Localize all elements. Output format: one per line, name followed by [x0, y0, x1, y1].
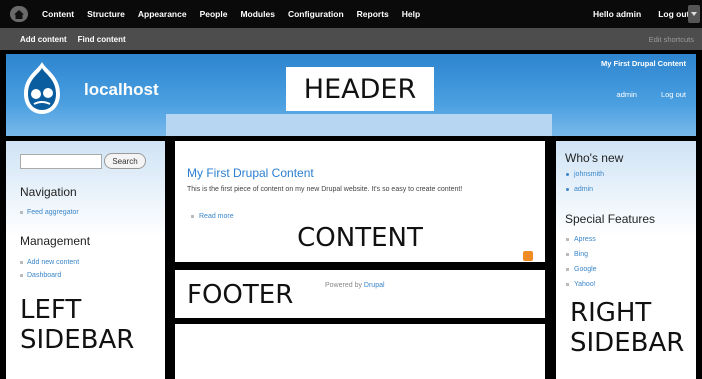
navigation-title: Navigation	[20, 185, 77, 199]
secondary-nav-admin[interactable]: admin	[617, 90, 637, 99]
site-name[interactable]: localhost	[84, 80, 159, 100]
drupal-logo-icon[interactable]	[16, 60, 68, 118]
header-tab-bar	[166, 114, 552, 136]
powered-by: Powered by Drupal	[325, 282, 385, 289]
mgmt-item-add-new-content[interactable]: Add new content	[20, 259, 79, 266]
whos-new-title: Who's new	[565, 151, 624, 165]
special-item-yahoo[interactable]: Yahoo!	[566, 281, 597, 288]
menu-item-structure[interactable]: Structure	[87, 9, 125, 19]
admin-toolbar: Content Structure Appearance People Modu…	[0, 0, 702, 28]
hello-user-link[interactable]: Hello admin	[593, 9, 641, 19]
shortcuts-bar: Add content Find content Edit shortcuts	[0, 28, 702, 50]
content-region: My First Drupal Content This is the firs…	[175, 141, 545, 262]
management-list: Add new content Dashboard	[20, 259, 79, 285]
footer-lower-panel	[175, 324, 545, 379]
mgmt-item-dashboard[interactable]: Dashboard	[20, 272, 79, 279]
right-sidebar-region-label: RIGHT SIDEBAR	[570, 298, 688, 373]
nav-item-feed-aggregator[interactable]: Feed aggregator	[20, 209, 79, 216]
right-label-line-2: SIDEBAR	[570, 327, 685, 358]
search-button[interactable]: Search	[104, 153, 146, 169]
search-input[interactable]	[20, 154, 102, 169]
management-title: Management	[20, 234, 91, 248]
footer-region-label: FOOTER	[187, 280, 294, 310]
shortcut-find-content[interactable]: Find content	[78, 35, 126, 44]
menu-item-content[interactable]: Content	[42, 9, 74, 19]
powered-by-prefix: Powered by	[325, 282, 362, 289]
whos-new-item-admin[interactable]: admin	[566, 186, 604, 193]
edit-shortcuts-link[interactable]: Edit shortcuts	[649, 28, 694, 50]
secondary-nav-logout[interactable]: Log out	[661, 90, 686, 99]
left-sidebar-region-label: LEFT SIDEBAR	[18, 295, 156, 374]
logout-link[interactable]: Log out	[658, 9, 689, 19]
whos-new-list: johnsmith admin	[566, 171, 604, 201]
node-body: This is the first piece of content on my…	[187, 186, 463, 193]
left-label-line-1: LEFT	[20, 295, 82, 325]
footer-region: FOOTER Powered by Drupal	[175, 270, 545, 318]
right-label-line-1: RIGHT	[570, 298, 652, 328]
menu-item-help[interactable]: Help	[402, 9, 420, 19]
node-title[interactable]: My First Drupal Content	[187, 166, 314, 180]
drupal-link[interactable]: Drupal	[364, 282, 385, 289]
left-label-line-2: SIDEBAR	[20, 324, 135, 355]
right-sidebar: Who's new johnsmith admin Special Featur…	[556, 141, 696, 379]
header-region-label: HEADER	[286, 67, 434, 111]
special-features-list: Apress Bing Google Yahoo!	[566, 236, 597, 296]
rss-feed-icon[interactable]	[523, 251, 533, 261]
toolbar-toggle-icon[interactable]	[688, 5, 700, 23]
menu-item-appearance[interactable]: Appearance	[138, 9, 187, 19]
left-sidebar: Search Navigation Feed aggregator Manage…	[6, 141, 165, 379]
home-icon[interactable]	[10, 6, 28, 22]
special-features-title: Special Features	[565, 212, 656, 226]
admin-menu: Content Structure Appearance People Modu…	[42, 0, 433, 28]
secondary-nav: admin Log out	[593, 90, 686, 99]
whos-new-item-johnsmith[interactable]: johnsmith	[566, 171, 604, 178]
read-more-link[interactable]: Read more	[191, 213, 234, 220]
special-item-google[interactable]: Google	[566, 266, 597, 273]
menu-item-configuration[interactable]: Configuration	[288, 9, 344, 19]
content-region-label: CONTENT	[297, 223, 423, 253]
special-item-apress[interactable]: Apress	[566, 236, 597, 243]
menu-item-modules[interactable]: Modules	[240, 9, 274, 19]
shortcut-add-content[interactable]: Add content	[20, 35, 67, 44]
user-menu: Hello admin Log out	[593, 0, 689, 28]
menu-item-people[interactable]: People	[200, 9, 228, 19]
navigation-list: Feed aggregator	[20, 209, 79, 222]
site-slogan: My First Drupal Content	[600, 59, 686, 68]
special-item-bing[interactable]: Bing	[566, 251, 597, 258]
menu-item-reports[interactable]: Reports	[357, 9, 389, 19]
header-region: localhost My First Drupal Content admin …	[6, 54, 696, 136]
